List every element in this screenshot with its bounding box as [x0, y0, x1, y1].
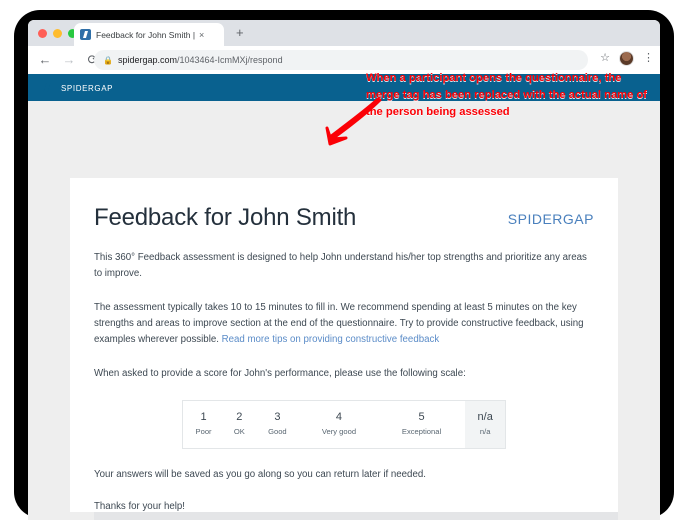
address-bar[interactable]: 🔒 spidergap.com/1043464-IcmMXj/respond [94, 50, 588, 70]
scale-value-na: n/a [465, 400, 506, 425]
url-text: spidergap.com/1043464-IcmMXj/respond [118, 55, 283, 65]
save-notice-paragraph: Your answers will be saved as you go alo… [94, 469, 426, 480]
scale-label-na: n/a [465, 425, 506, 449]
scale-value-5: 5 [418, 411, 425, 423]
spidergap-logo-icon-large [475, 204, 501, 232]
new-tab-button[interactable]: + [236, 26, 244, 39]
browser-tab-title: Feedback for John Smith | Spide [96, 29, 196, 40]
url-host: spidergap.com [117, 55, 178, 65]
toolbar-right-group: ☆ ⋮ [600, 51, 654, 66]
scale-label-1: Poor [195, 427, 212, 436]
scale-labels-row: Poor OK Good Very good Exceptional n/a [183, 425, 506, 449]
forward-icon[interactable]: → [62, 53, 76, 67]
site-logo-text[interactable]: Spidergap [61, 82, 113, 94]
profile-avatar[interactable] [619, 51, 634, 66]
spidergap-favicon-icon [80, 29, 91, 40]
questionnaire-intro-card: Feedback for John Smith Spidergap This 3… [70, 178, 618, 520]
back-icon[interactable]: ← [38, 53, 52, 67]
annotation-arrow-icon [325, 98, 382, 146]
browser-menu-icon[interactable]: ⋮ [643, 53, 654, 64]
scale-label-4: Very good [321, 427, 357, 436]
rating-scale-table: 1 2 3 4 5 n/a Poor OK Good Very good Exc… [182, 400, 506, 449]
planning-section-title: Planning [118, 519, 173, 520]
close-window-button[interactable] [38, 29, 47, 38]
scale-label-2: OK [233, 427, 245, 436]
annotation-callout-text: When a participant opens the questionnai… [366, 72, 648, 118]
card-header: Feedback for John Smith Spidergap [94, 204, 594, 232]
spidergap-logo-wordmark: Spidergap [507, 206, 594, 229]
intro-paragraph-1: This 360° Feedback assessment is designe… [94, 252, 587, 279]
scale-intro-text: When asked to provide a score for John's… [94, 368, 466, 379]
spidergap-brand-logo: Spidergap [475, 204, 594, 232]
close-tab-icon[interactable]: × [199, 30, 204, 40]
browser-tab[interactable]: Feedback for John Smith | Spide × [74, 23, 224, 46]
intro-paragraph-2: The assessment typically takes 10 to 15 … [94, 300, 594, 348]
url-path: /1043464-IcmMXj/respond [177, 55, 283, 65]
card-left-gutter [70, 512, 94, 520]
scale-value-1: 1 [200, 411, 207, 423]
bookmark-star-icon[interactable]: ☆ [600, 53, 610, 64]
scale-value-3: 3 [274, 411, 281, 423]
minimize-window-button[interactable] [53, 29, 62, 38]
scale-values-row: 1 2 3 4 5 n/a [183, 400, 506, 425]
page-title: Feedback for John Smith [94, 204, 357, 231]
scale-label-5: Exceptional [401, 427, 442, 436]
scale-label-3: Good [268, 427, 287, 436]
scale-value-2: 2 [236, 411, 243, 423]
scale-table-wrapper: 1 2 3 4 5 n/a Poor OK Good Very good Exc… [94, 400, 594, 449]
scale-value-4: 4 [335, 411, 343, 423]
browser-tab-strip: Feedback for John Smith | Spide × + [28, 20, 660, 46]
spidergap-logo-icon [40, 80, 54, 95]
section-header-planning: Planning [94, 512, 618, 520]
window-controls[interactable] [38, 29, 77, 38]
lock-icon: 🔒 [103, 55, 113, 65]
constructive-feedback-tips-link[interactable]: Read more tips on providing constructive… [222, 334, 440, 345]
